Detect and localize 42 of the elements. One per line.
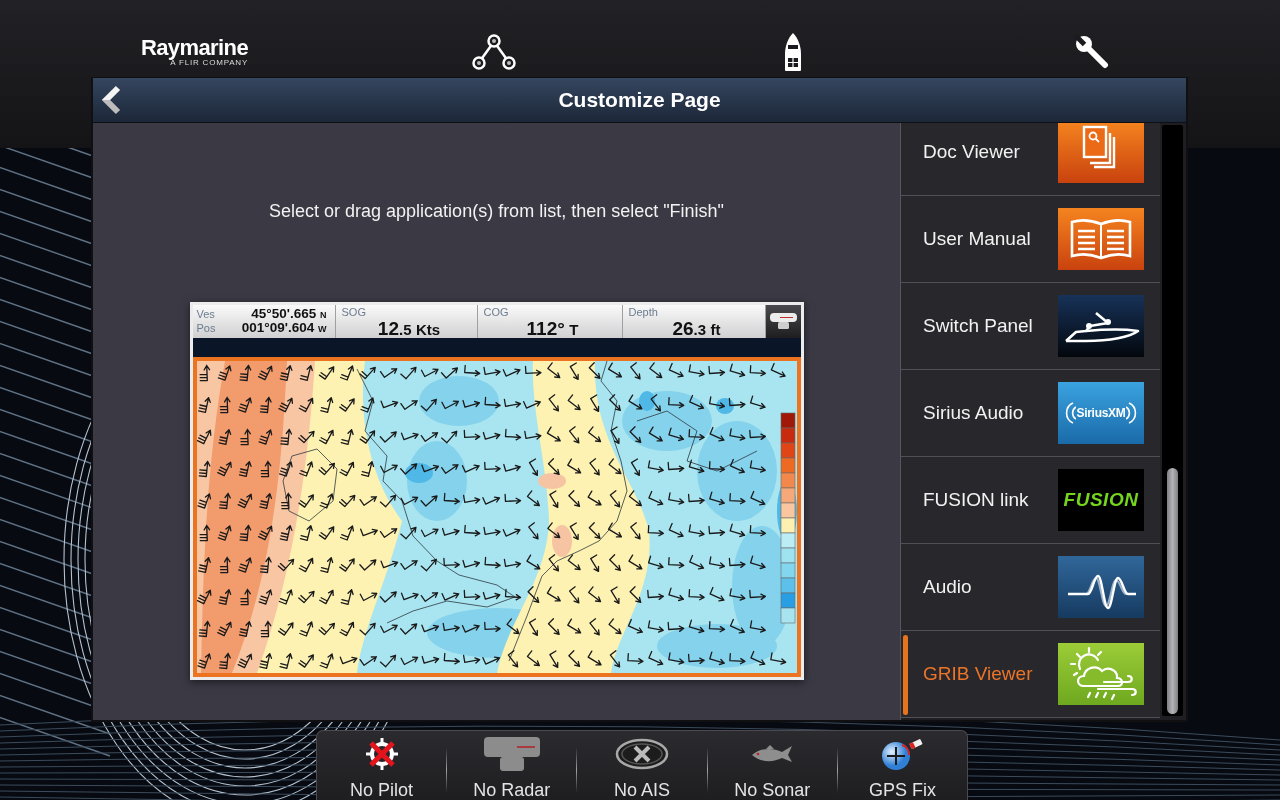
waveform-icon [1058,556,1144,618]
siriusxm-logo: SiriusXM [1058,382,1144,444]
field-value: 26.3 ft [672,319,721,339]
app-list-item[interactable]: Doc Viewer [901,123,1160,196]
boat-icon[interactable] [782,32,803,72]
longitude-value: 001°09'.604 W [241,320,327,336]
app-list-item[interactable]: GRIB Viewer [901,631,1160,718]
status-item[interactable]: GPS Fix [837,731,967,800]
app-list-item[interactable]: FUSION link FUSION [901,457,1160,544]
fusion-logo: FUSION [1058,469,1144,531]
radar-dome-icon [765,305,801,338]
documents-icon [1058,123,1144,183]
boat-outline-icon [1058,295,1144,357]
open-book-icon [1058,208,1144,270]
waypoints-icon[interactable] [471,33,516,71]
fish-icon [750,743,795,765]
status-item[interactable]: No Sonar [707,731,837,800]
latitude-value: 45°50'.665 N [251,306,327,322]
wrench-icon[interactable] [1074,35,1109,69]
field-label: Depth [628,306,658,319]
field-label: COG [483,306,509,319]
field-value: 112° T [526,319,579,339]
chevron-left-icon [99,85,123,115]
dialog-title: Customize Page [557,88,722,112]
field-label: Ves [196,307,216,321]
app-list-item[interactable]: Switch Panel [901,283,1160,370]
logo-wordmark: Raymarine [140,37,249,58]
instruction-text: Select or drag application(s) from list, then select "Finish" [269,200,724,223]
status-item[interactable]: No Radar [447,731,577,800]
field-label: Pos [196,321,216,335]
scrollbar-thumb[interactable] [1167,468,1178,714]
circle-x-icon [615,738,669,770]
field-value: 12.5 Kts [377,319,441,339]
app-list-item[interactable]: Sirius Audio SiriusXM [901,370,1160,457]
status-item[interactable]: No Pilot [317,731,447,800]
weather-icon [1058,643,1144,705]
app-list-item[interactable]: Audio [901,544,1160,631]
satellite-globe-icon [880,736,925,772]
app-list-item[interactable]: User Manual [901,196,1160,283]
field-label: SOG [341,306,366,319]
radar-dome-icon [482,736,541,772]
status-item[interactable]: No AIS [577,731,707,800]
